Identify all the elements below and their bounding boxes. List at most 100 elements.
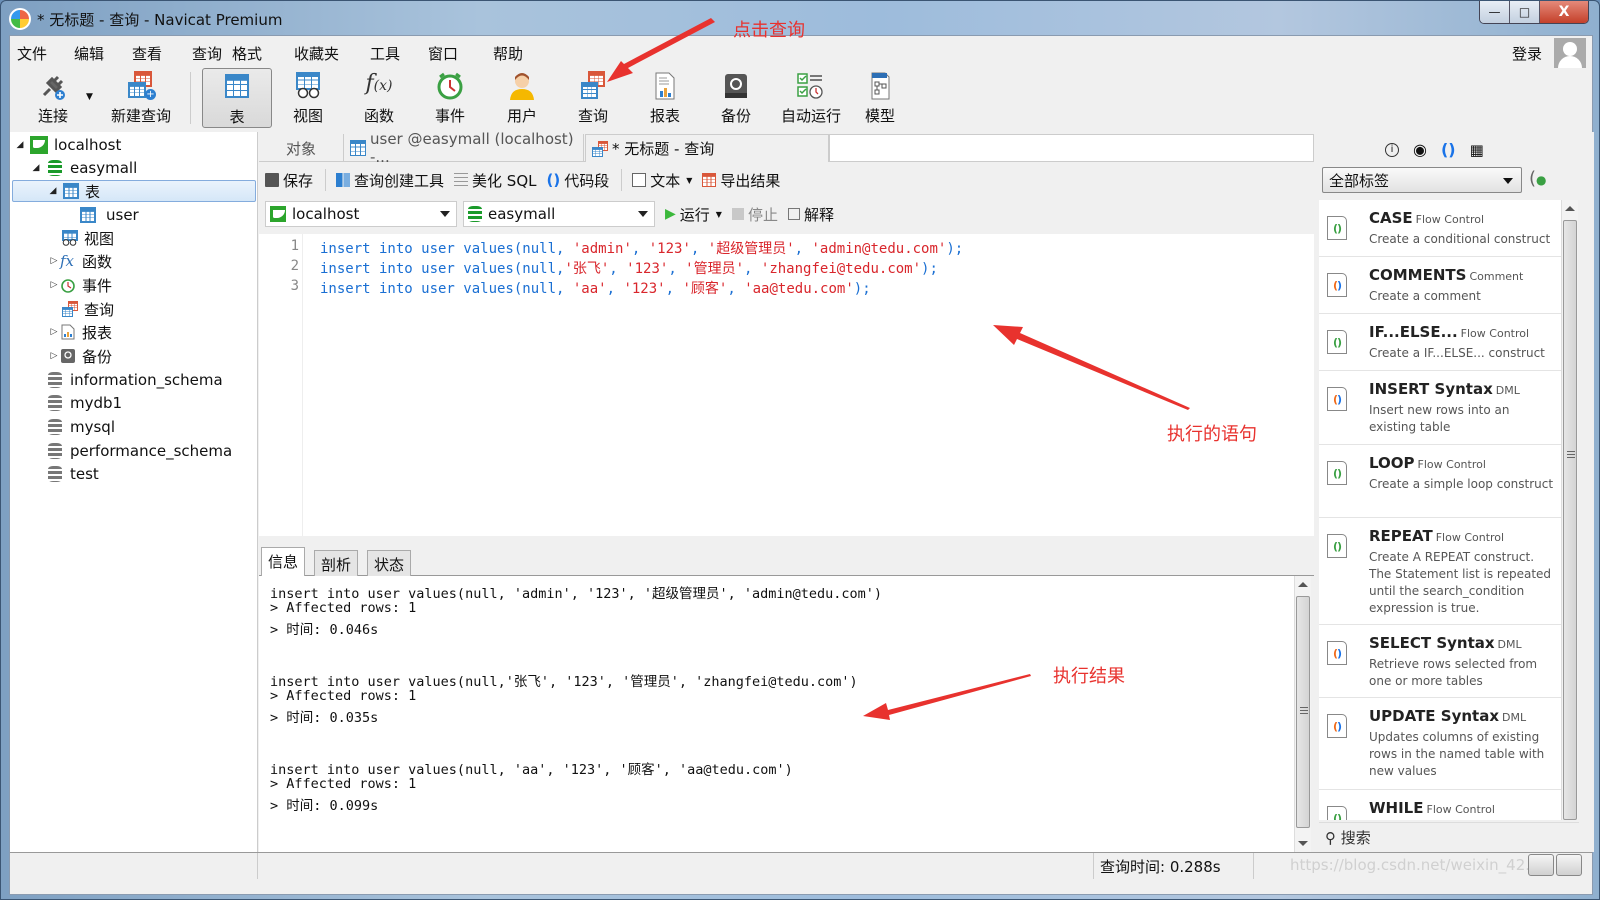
tree-item-information-schema[interactable]: information_schema — [48, 369, 223, 391]
menu-favorites[interactable]: 收藏夹 — [294, 43, 339, 64]
export-results-button[interactable]: 导出结果 — [702, 170, 780, 191]
collapse-arrow-icon[interactable]: ▷ — [48, 280, 60, 290]
toolbar-connect[interactable]: 连接 — [18, 68, 88, 128]
menu-edit[interactable]: 编辑 — [74, 43, 104, 64]
query-time: 查询时间: 0.288s — [1094, 853, 1254, 879]
toolbar-function[interactable]: f(x) 函数 — [344, 68, 414, 128]
snippet-braces-icon[interactable]: () — [1441, 140, 1456, 159]
scrollbar-thumb[interactable] — [1296, 596, 1310, 828]
tree-item-test[interactable]: test — [48, 463, 99, 485]
database-select[interactable]: easymall — [463, 201, 655, 227]
form-view-button[interactable] — [1556, 854, 1582, 876]
stop-button[interactable]: 停止 — [731, 204, 778, 225]
code-snippet-button[interactable]: () 代码段 — [547, 170, 610, 191]
expand-arrow-icon[interactable]: ◢ — [30, 163, 42, 173]
code-line[interactable]: insert into user values(null, 'admin', '… — [320, 238, 963, 258]
snippet-item[interactable]: () SELECT Syntax DML Retrieve rows selected… — [1319, 625, 1561, 698]
toolbar-event[interactable]: 事件 — [415, 68, 485, 128]
tab-profile[interactable]: 剖析 — [314, 550, 359, 576]
tree-item-user[interactable]: user — [80, 204, 139, 226]
menu-tools[interactable]: 工具 — [370, 43, 400, 64]
toolbar-backup[interactable]: 备份 — [701, 68, 771, 128]
close-button[interactable]: X — [1540, 1, 1588, 23]
tree-item-functions[interactable]: ▷ fx 函数 — [48, 250, 112, 272]
snippet-item[interactable]: () UPDATE Syntax DML Updates columns of exi… — [1319, 698, 1561, 790]
collapse-arrow-icon[interactable]: ▷ — [48, 351, 60, 361]
snippet-scrollbar[interactable] — [1561, 200, 1578, 820]
scrollbar-thumb[interactable] — [1563, 220, 1577, 820]
run-button[interactable]: ▶ 运行 ▼ — [665, 204, 722, 225]
connect-dropdown-icon[interactable]: ▼ — [86, 92, 93, 102]
maximize-button[interactable]: □ — [1510, 1, 1540, 23]
toolbar-new-query[interactable]: + 新建查询 — [94, 68, 188, 128]
tree-item-performance-schema[interactable]: performance_schema — [48, 440, 232, 462]
snippet-item[interactable]: () INSERT Syntax DML Insert new rows into a… — [1319, 371, 1561, 445]
scroll-up-icon[interactable] — [1298, 582, 1308, 587]
menu-view[interactable]: 查看 — [132, 43, 162, 64]
code-line[interactable]: insert into user values(null, 'aa', '123… — [320, 278, 871, 298]
collapse-arrow-icon[interactable]: ▷ — [48, 256, 60, 266]
explain-button[interactable]: 解释 — [787, 204, 834, 225]
expand-arrow-icon[interactable]: ◢ — [47, 186, 59, 196]
tag-filter-select[interactable]: 全部标签 — [1322, 167, 1522, 193]
menu-window[interactable]: 窗口 — [428, 43, 458, 64]
menu-query[interactable]: 查询 — [192, 43, 222, 64]
text-mode-button[interactable]: 文本 ▼ — [632, 170, 692, 191]
beautify-sql-button[interactable]: 美化 SQL — [454, 170, 537, 191]
snippet-item[interactable]: () COMMENTS Comment Create a comment — [1319, 257, 1561, 314]
scroll-down-icon[interactable] — [1298, 841, 1308, 846]
info-icon[interactable]: i — [1385, 142, 1399, 157]
scroll-up-icon[interactable] — [1565, 206, 1575, 211]
menu-help[interactable]: 帮助 — [493, 43, 523, 64]
toolbar-table[interactable]: 表 — [202, 68, 272, 128]
toolbar-query[interactable]: 查询 — [558, 68, 628, 128]
add-snippet-icon[interactable]: (● — [1529, 168, 1547, 189]
snippet-item[interactable]: () CASE Flow Control Create a conditional c… — [1319, 200, 1561, 257]
sql-editor[interactable]: 1 insert into user values(null, 'admin', … — [259, 234, 1314, 536]
query-builder-button[interactable]: 查询创建工具 — [336, 170, 444, 191]
dropdown-arrow-icon[interactable]: ▼ — [686, 176, 692, 185]
tree-item-mydb1[interactable]: mydb1 — [48, 392, 122, 414]
results-scrollbar[interactable] — [1294, 576, 1311, 852]
tab-user-table[interactable]: user @easymall (localhost) -... — [344, 130, 584, 166]
avatar-icon[interactable] — [1554, 38, 1586, 68]
tree-item-reports[interactable]: ▷ 报表 — [48, 321, 112, 343]
editor-results-splitter[interactable] — [259, 536, 1314, 546]
tree-item-mysql[interactable]: mysql — [48, 416, 115, 438]
connection-select[interactable]: localhost — [265, 201, 457, 227]
tree-item-easymall[interactable]: ◢ easymall — [30, 157, 138, 179]
tab-message[interactable]: 信息 — [261, 547, 306, 577]
snippet-item[interactable]: () LOOP Flow Control Create a simple loop c… — [1319, 445, 1561, 518]
code-line[interactable]: insert into user values(null,'张飞', '123'… — [320, 258, 938, 278]
login-link[interactable]: 登录 — [1512, 43, 1542, 64]
tree-item-localhost[interactable]: ◢ localhost — [14, 134, 121, 156]
save-button[interactable]: 保存 — [265, 170, 313, 191]
toolbar-model[interactable]: 模型 — [845, 68, 915, 128]
snippet-item[interactable]: () REPEAT Flow Control Create A REPEAT cons… — [1319, 518, 1561, 625]
tree-item-events[interactable]: ▷ 事件 — [48, 274, 112, 296]
dropdown-arrow-icon[interactable]: ▼ — [716, 210, 722, 219]
tree-item-backups[interactable]: ▷ 备份 — [48, 345, 112, 367]
mysql-server-icon — [30, 136, 48, 154]
tab-objects[interactable]: 对象 — [259, 134, 344, 162]
tab-status[interactable]: 状态 — [367, 550, 412, 576]
tab-untitled-query[interactable]: * 无标题 - 查询 — [585, 134, 829, 162]
toolbar-automation[interactable]: 自动运行 — [772, 68, 850, 128]
layout-grid-icon[interactable]: ▦ — [1470, 141, 1484, 159]
snippet-search[interactable]: ⚲ 搜索 — [1319, 822, 1579, 850]
menu-file[interactable]: 文件 — [17, 43, 47, 64]
expand-arrow-icon[interactable]: ◢ — [14, 140, 26, 150]
menu-format[interactable]: 格式 — [232, 43, 262, 64]
snippet-item[interactable]: () IF...ELSE... Flow Control Create a IF...… — [1319, 314, 1561, 371]
tree-item-tables[interactable]: ◢ 表 — [12, 180, 256, 202]
snippet-item[interactable]: () WHILE Flow Control — [1319, 790, 1561, 820]
eye-icon[interactable]: ◉ — [1413, 140, 1427, 159]
tree-item-queries[interactable]: 查询 — [62, 298, 114, 320]
grid-view-button[interactable] — [1528, 854, 1554, 876]
tree-item-views[interactable]: 视图 — [62, 227, 114, 249]
toolbar-report[interactable]: 报表 — [630, 68, 700, 128]
minimize-button[interactable]: — — [1480, 1, 1510, 23]
collapse-arrow-icon[interactable]: ▷ — [48, 327, 60, 337]
toolbar-view[interactable]: 视图 — [273, 68, 343, 128]
toolbar-user[interactable]: 用户 — [487, 68, 557, 128]
